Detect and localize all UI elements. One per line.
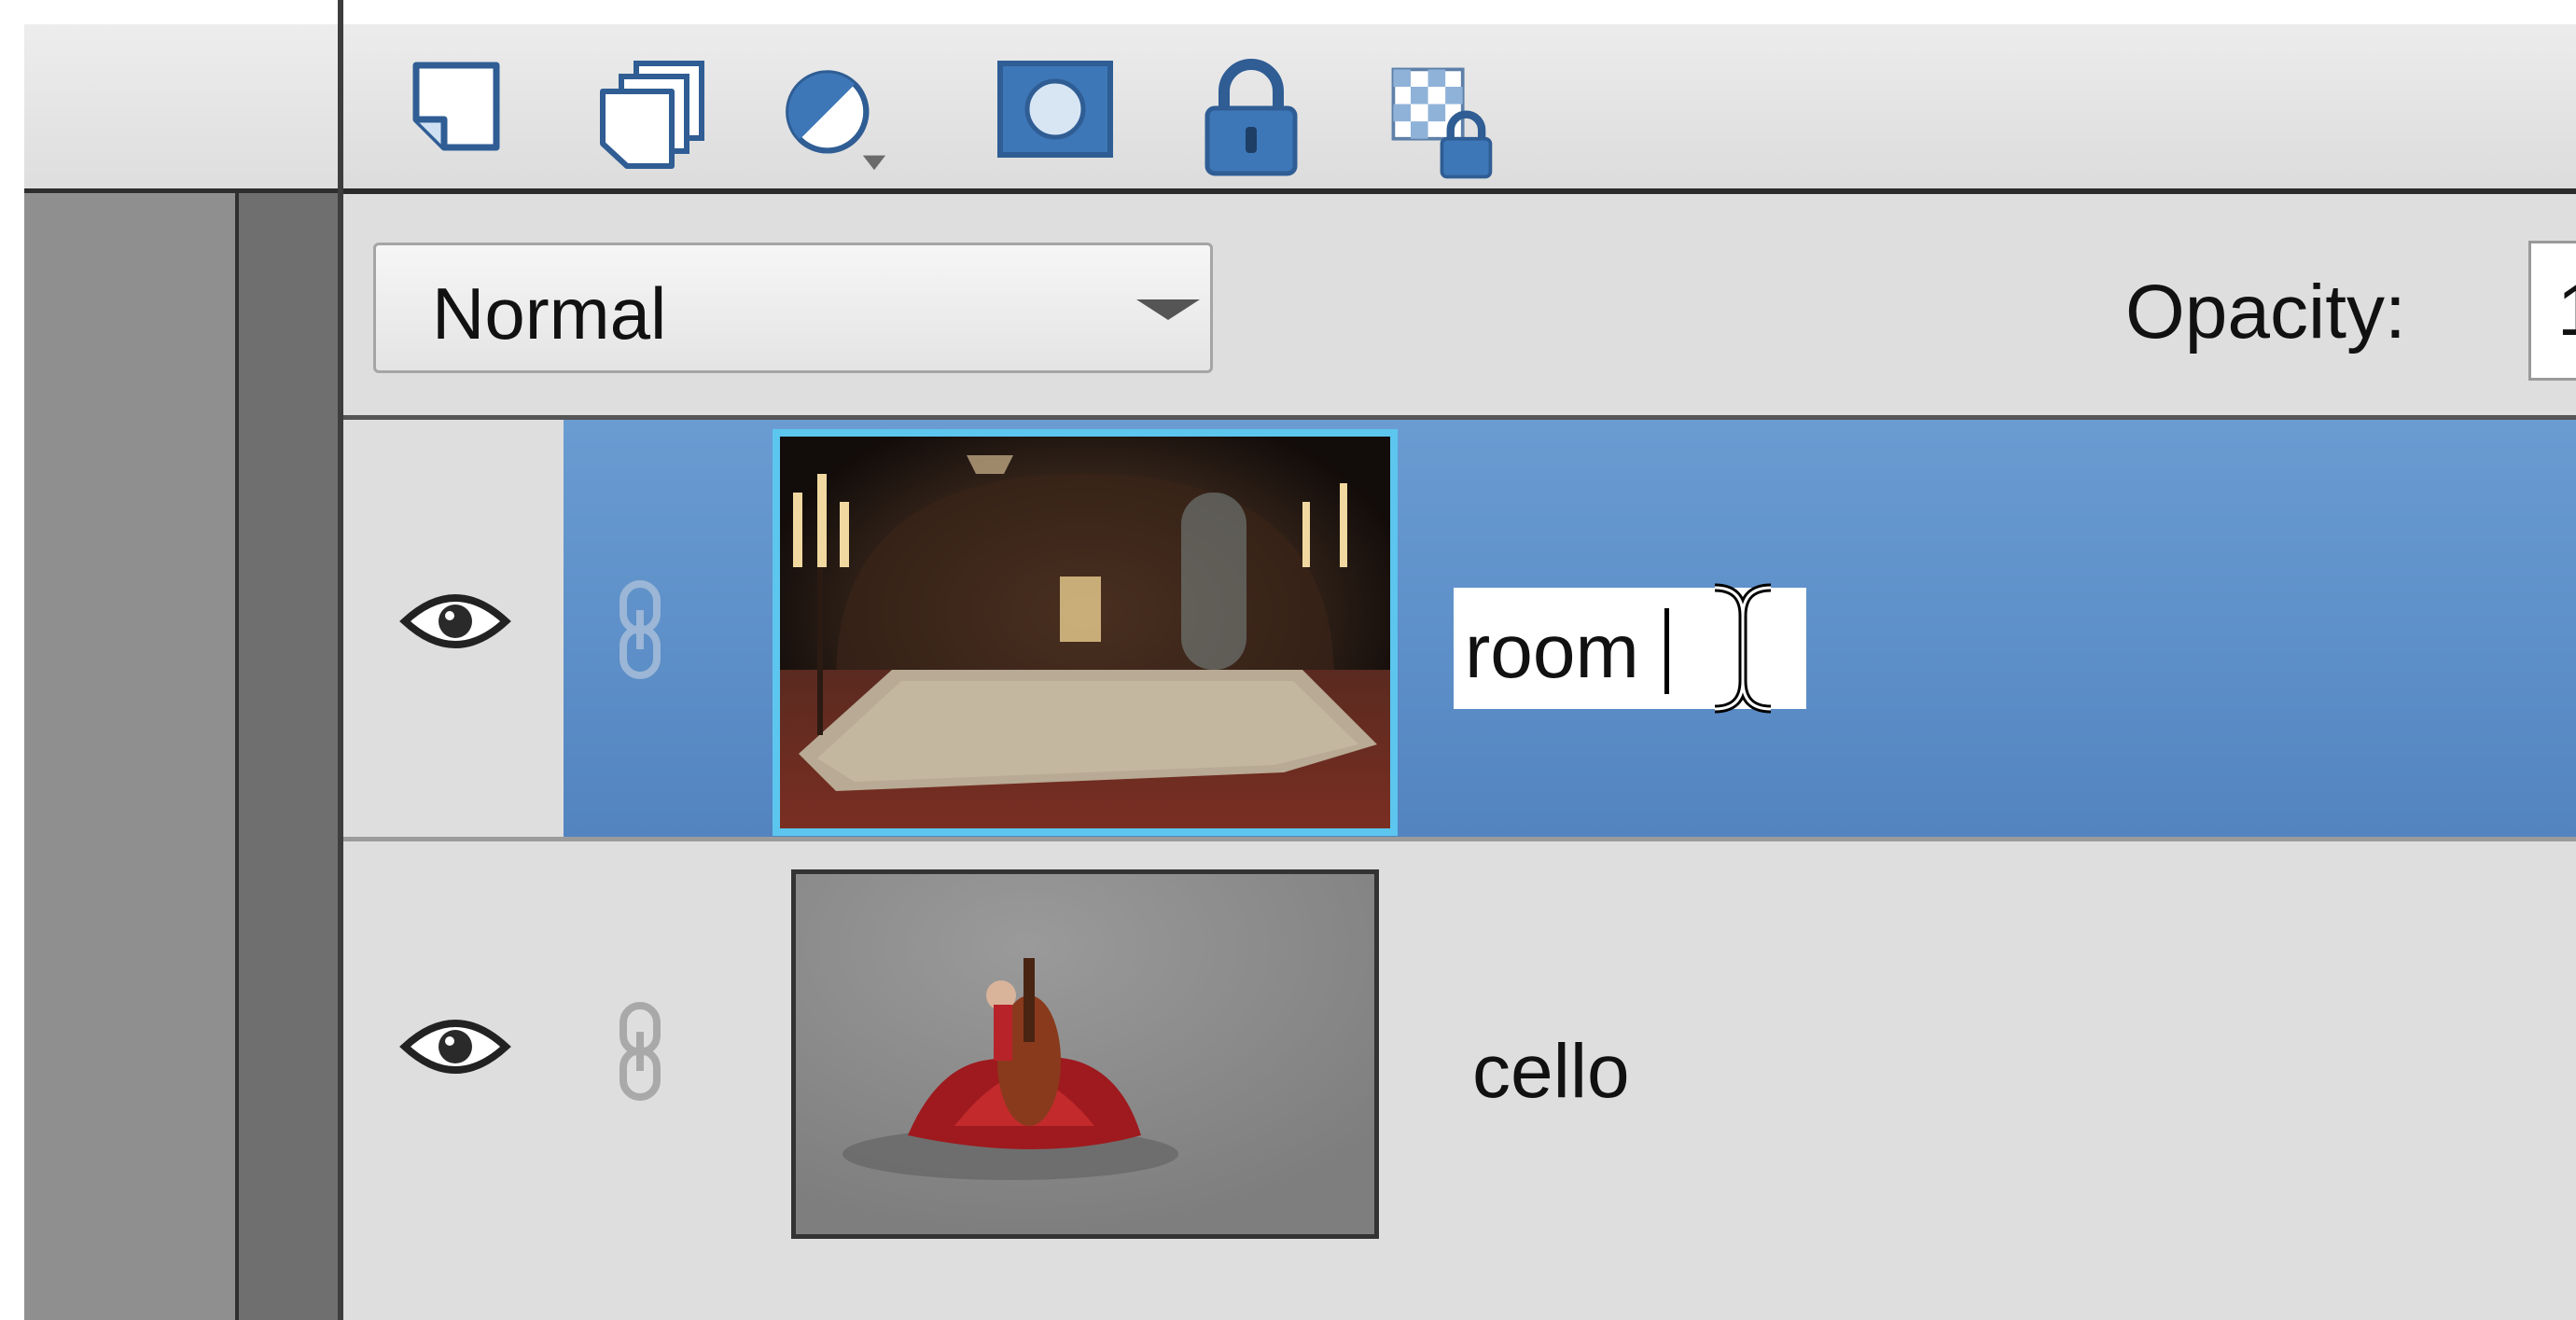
layers-panel: Normal Opacity: 1 xyxy=(0,0,2576,1320)
adjustment-layer-icon[interactable] xyxy=(777,58,898,177)
text-caret xyxy=(1664,608,1669,694)
eye-icon[interactable] xyxy=(399,584,511,659)
panel-corner xyxy=(24,24,342,193)
frame-top xyxy=(0,0,2576,24)
layer-name[interactable]: cello xyxy=(1472,1028,1630,1116)
layer-name-text: room xyxy=(1465,609,1639,694)
layer-row-room[interactable]: room xyxy=(343,420,2576,841)
link-icon[interactable] xyxy=(612,1000,668,1103)
ibeam-cursor-icon xyxy=(1696,578,1789,718)
eye-icon[interactable] xyxy=(399,1009,511,1084)
new-layer-icon[interactable] xyxy=(407,58,528,177)
blend-mode-select[interactable]: Normal xyxy=(373,243,1213,373)
opacity-value: 1 xyxy=(2557,268,2576,353)
lock-transparency-icon[interactable] xyxy=(1386,58,1508,179)
chevron-down-icon xyxy=(1136,299,1200,320)
layer-mask-icon[interactable] xyxy=(995,58,1116,177)
room-thumbnail[interactable] xyxy=(773,429,1398,836)
link-icon[interactable] xyxy=(612,578,668,681)
blend-opacity-row: Normal Opacity: 1 xyxy=(343,194,2576,420)
new-group-icon[interactable] xyxy=(593,58,715,177)
cello-thumbnail[interactable] xyxy=(791,869,1379,1239)
opacity-input[interactable]: 1 xyxy=(2528,241,2576,381)
frame-left xyxy=(0,0,24,1320)
layer-row-cello[interactable]: cello xyxy=(343,841,2576,1320)
lock-all-icon[interactable] xyxy=(1200,58,1321,177)
layers-toolbar xyxy=(343,24,2576,194)
panel-gutter-inner xyxy=(235,193,338,1320)
panel-gutter xyxy=(24,193,235,1320)
opacity-label: Opacity: xyxy=(2125,270,2406,354)
blend-mode-value: Normal xyxy=(432,272,667,354)
